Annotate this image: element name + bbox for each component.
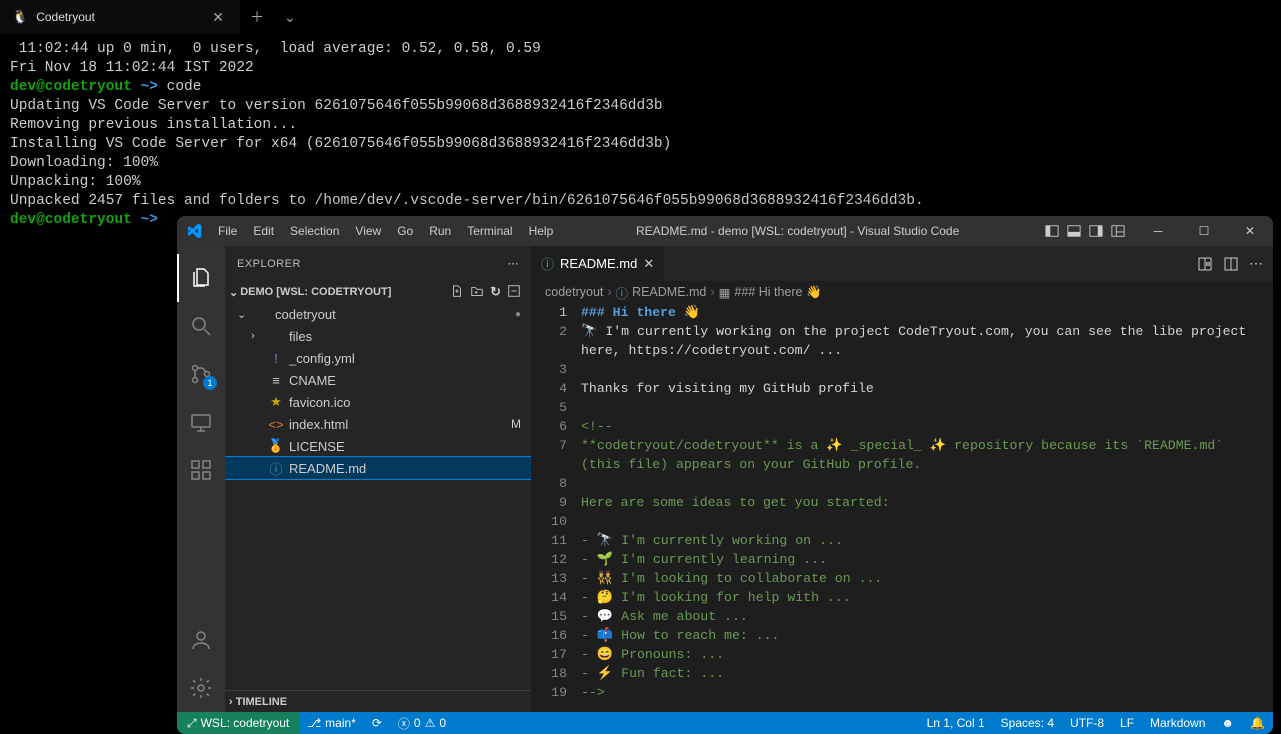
activity-bar: 1 (177, 246, 225, 712)
panel-right-icon[interactable] (1087, 223, 1105, 239)
split-icon[interactable] (1223, 256, 1239, 272)
menu-selection[interactable]: Selection (283, 224, 346, 238)
editor-tabs: ⓘ README.md ✕ ⋯ (531, 246, 1273, 281)
eol-status[interactable]: LF (1112, 712, 1142, 734)
file-icon: ⓘ (616, 283, 629, 302)
close-icon[interactable]: ✕ (208, 9, 228, 26)
error-icon: ⓧ (398, 715, 410, 732)
collapse-icon[interactable] (507, 284, 521, 300)
window-controls: ─ ☐ ✕ (1135, 216, 1273, 246)
menu-edit[interactable]: Edit (246, 224, 281, 238)
tab-close-icon[interactable]: ✕ (643, 256, 654, 272)
workspace-header[interactable]: ⌄ DEMO [WSL: CODETRYOUT] ↻ (225, 281, 531, 303)
menu-view[interactable]: View (348, 224, 388, 238)
menu-run[interactable]: Run (422, 224, 458, 238)
refresh-icon[interactable]: ↻ (490, 284, 501, 300)
problems-status[interactable]: ⓧ0 ⚠0 (390, 712, 454, 734)
maximize-button[interactable]: ☐ (1181, 216, 1227, 246)
breadcrumb-item[interactable]: ### Hi there 👋 (734, 285, 821, 300)
encoding-status[interactable]: UTF-8 (1062, 712, 1112, 734)
editor-more-icon[interactable]: ⋯ (1249, 255, 1263, 272)
vscode-main: 1 EXPLORER ⋯ ⌄ (177, 246, 1273, 712)
tree-item[interactable]: !_config.yml (225, 347, 531, 369)
explorer-activity[interactable] (177, 254, 225, 302)
layout-custom-icon[interactable] (1109, 223, 1127, 239)
account-activity[interactable] (177, 616, 225, 664)
editor-area: ⓘ README.md ✕ ⋯ codetryout › ⓘ README.md… (531, 246, 1273, 712)
breadcrumb[interactable]: codetryout › ⓘ README.md › ▦ ### Hi ther… (531, 281, 1273, 303)
tree-item[interactable]: 🏅LICENSE (225, 435, 531, 457)
tree-item[interactable]: ⌄codetryout● (225, 303, 531, 325)
remote-status[interactable]: ⤢ WSL: codetryout (177, 712, 299, 734)
status-bar: ⤢ WSL: codetryout ⎇ main* ⟳ ⓧ0 ⚠0 Ln 1, … (177, 712, 1273, 734)
explorer-label: EXPLORER (237, 258, 301, 270)
minimize-button[interactable]: ─ (1135, 216, 1181, 246)
tree-item[interactable]: <>index.htmlM (225, 413, 531, 435)
explorer-more-icon[interactable]: ⋯ (508, 257, 520, 270)
menu-file[interactable]: File (211, 224, 244, 238)
explorer-header: EXPLORER ⋯ (225, 246, 531, 281)
terminal-tab[interactable]: 🐧 Codetryout ✕ (0, 0, 240, 34)
cursor-position[interactable]: Ln 1, Col 1 (919, 712, 993, 734)
tab-label: README.md (560, 256, 637, 271)
sync-icon: ⟳ (372, 716, 382, 730)
file-tree: ⌄codetryout●›files!_config.yml≡CNAME★fav… (225, 303, 531, 690)
indentation-status[interactable]: Spaces: 4 (993, 712, 1062, 734)
chevron-down-icon: ⌄ (229, 286, 238, 299)
timeline-section[interactable]: › TIMELINE (225, 690, 531, 712)
feedback-icon[interactable]: ☻ (1213, 712, 1242, 734)
preview-icon[interactable] (1197, 256, 1213, 272)
remote-activity[interactable] (177, 398, 225, 446)
vscode-window: FileEditSelectionViewGoRunTerminalHelp R… (177, 216, 1273, 734)
symbol-icon: ▦ (719, 285, 731, 300)
terminal-output[interactable]: 11:02:44 up 0 min, 0 users, load average… (0, 34, 1281, 236)
menu-go[interactable]: Go (390, 224, 420, 238)
menu-terminal[interactable]: Terminal (460, 224, 519, 238)
new-tab-button[interactable]: ＋ (240, 7, 274, 27)
search-activity[interactable] (177, 302, 225, 350)
breadcrumb-item[interactable]: codetryout (545, 285, 603, 299)
explorer-sidebar: EXPLORER ⋯ ⌄ DEMO [WSL: CODETRYOUT] ↻ ⌄c… (225, 246, 531, 712)
new-file-icon[interactable] (450, 284, 464, 300)
settings-activity[interactable] (177, 664, 225, 712)
code-editor[interactable]: 12345678910111213141516171819 ### Hi the… (531, 303, 1273, 712)
file-icon: ⓘ (541, 254, 554, 273)
tree-item[interactable]: ≡CNAME (225, 369, 531, 391)
scm-badge: 1 (203, 376, 217, 390)
timeline-label: TIMELINE (236, 696, 287, 708)
branch-status[interactable]: ⎇ main* (299, 712, 364, 734)
menu-help[interactable]: Help (522, 224, 561, 238)
layout-controls (1035, 223, 1135, 239)
panel-left-icon[interactable] (1043, 223, 1061, 239)
new-folder-icon[interactable] (470, 284, 484, 300)
notifications-icon[interactable]: 🔔 (1242, 712, 1273, 734)
tab-dropdown-icon[interactable]: ⌄ (274, 9, 306, 26)
scm-activity[interactable]: 1 (177, 350, 225, 398)
window-title: README.md - demo [WSL: codetryout] - Vis… (560, 224, 1035, 238)
terminal-tab-bar: 🐧 Codetryout ✕ ＋ ⌄ (0, 0, 1281, 34)
remote-icon: ⤢ (187, 716, 197, 731)
workspace-label: DEMO [WSL: CODETRYOUT] (240, 286, 391, 298)
close-button[interactable]: ✕ (1227, 216, 1273, 246)
penguin-icon: 🐧 (12, 9, 28, 25)
warning-icon: ⚠ (425, 716, 436, 730)
extensions-activity[interactable] (177, 446, 225, 494)
code-content[interactable]: ### Hi there 👋🔭 I'm currently working on… (581, 303, 1273, 712)
vscode-title-bar: FileEditSelectionViewGoRunTerminalHelp R… (177, 216, 1273, 246)
chevron-right-icon: › (229, 696, 236, 708)
panel-bottom-icon[interactable] (1065, 223, 1083, 239)
language-status[interactable]: Markdown (1142, 712, 1213, 734)
tree-item[interactable]: ›files (225, 325, 531, 347)
branch-icon: ⎇ (307, 716, 321, 730)
vscode-logo-icon (177, 223, 211, 239)
menu-bar: FileEditSelectionViewGoRunTerminalHelp (211, 224, 560, 238)
breadcrumb-item[interactable]: README.md (632, 285, 706, 299)
editor-tab[interactable]: ⓘ README.md ✕ (531, 246, 665, 281)
tree-item[interactable]: ★favicon.ico (225, 391, 531, 413)
line-gutter: 12345678910111213141516171819 (531, 303, 581, 712)
tree-item[interactable]: ⓘREADME.md (225, 457, 531, 479)
terminal-tab-title: Codetryout (36, 10, 95, 24)
sync-status[interactable]: ⟳ (364, 712, 390, 734)
